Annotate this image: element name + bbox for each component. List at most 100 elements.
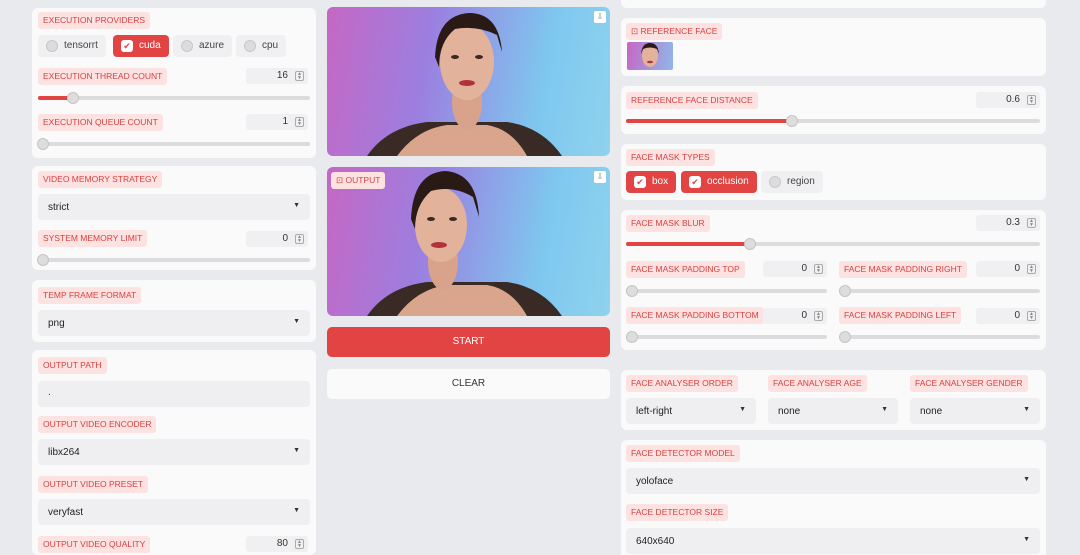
checkbox-icon bbox=[181, 40, 193, 52]
padding-top-value: 0 bbox=[801, 263, 807, 274]
memory-limit-slider[interactable] bbox=[37, 254, 310, 266]
face-detector-panel: FACE DETECTOR MODEL yoloface ▼ FACE DETE… bbox=[621, 440, 1046, 555]
checkbox-label: region bbox=[787, 176, 815, 187]
dropdown-value: yoloface bbox=[636, 476, 674, 487]
padding-bottom-input[interactable]: 0 ▲ ▼ bbox=[763, 308, 827, 324]
slider-handle[interactable] bbox=[37, 138, 50, 150]
thread-count-input[interactable]: 16 ▲ ▼ bbox=[246, 68, 308, 84]
provider-tensorrt-checkbox[interactable]: tensorrt bbox=[38, 35, 106, 57]
mask-box-checkbox[interactable]: ✔ box bbox=[626, 171, 677, 193]
thread-count-slider[interactable] bbox=[38, 92, 310, 104]
detector-model-dropdown[interactable]: yoloface ▼ bbox=[626, 468, 1040, 494]
analyser-age-label: FACE ANALYSER AGE bbox=[768, 375, 867, 392]
detector-size-dropdown[interactable]: 640x640 ▼ bbox=[626, 528, 1040, 554]
slider-handle[interactable] bbox=[839, 331, 852, 343]
spinner-icon[interactable]: ▲ ▼ bbox=[1027, 95, 1036, 105]
dropdown-value: none bbox=[778, 406, 801, 417]
reference-distance-label: REFERENCE FACE DISTANCE bbox=[626, 92, 758, 109]
mask-types-label: FACE MASK TYPES bbox=[626, 149, 715, 166]
mask-types-panel: FACE MASK TYPES ✔ box ✔ occlusion region bbox=[621, 144, 1046, 200]
spinner-icon[interactable]: ▲ ▼ bbox=[1027, 218, 1036, 228]
queue-count-slider[interactable] bbox=[37, 138, 310, 150]
padding-right-input[interactable]: 0 ▲ ▼ bbox=[976, 261, 1040, 277]
check-icon: ✔ bbox=[121, 40, 133, 52]
padding-left-input[interactable]: 0 ▲ ▼ bbox=[976, 308, 1040, 324]
face-thumbnail-image bbox=[641, 43, 659, 67]
checkbox-label: box bbox=[652, 176, 669, 187]
slider-handle[interactable] bbox=[785, 115, 798, 127]
reference-face-thumbnail[interactable] bbox=[627, 42, 673, 70]
download-icon[interactable]: ⇩ bbox=[594, 171, 606, 183]
padding-right-slider[interactable] bbox=[839, 285, 1040, 297]
mask-occlusion-checkbox[interactable]: ✔ occlusion bbox=[681, 171, 757, 193]
queue-count-input[interactable]: 1 ▲ ▼ bbox=[246, 114, 308, 130]
memory-strategy-dropdown[interactable]: strict ▼ bbox=[38, 194, 310, 220]
portrait-image bbox=[367, 13, 562, 156]
chevron-down-icon: ▼ bbox=[881, 406, 888, 413]
memory-limit-label: SYSTEM MEMORY LIMIT bbox=[38, 230, 148, 247]
output-image-label: ⊡ OUTPUT bbox=[331, 172, 386, 189]
portrait-image bbox=[367, 171, 562, 316]
detector-model-label: FACE DETECTOR MODEL bbox=[626, 445, 740, 462]
reference-distance-input[interactable]: 0.6 ▲ ▼ bbox=[976, 92, 1040, 108]
dropdown-value: veryfast bbox=[48, 507, 84, 518]
analyser-age-dropdown[interactable]: none ▼ bbox=[768, 398, 898, 424]
slider-handle[interactable] bbox=[626, 331, 639, 343]
analyser-gender-dropdown[interactable]: none ▼ bbox=[910, 398, 1040, 424]
video-preset-dropdown[interactable]: veryfast ▼ bbox=[38, 499, 310, 525]
start-button[interactable]: START bbox=[327, 327, 610, 357]
mask-blur-value: 0.3 bbox=[1006, 217, 1020, 228]
spinner-icon[interactable]: ▲ ▼ bbox=[814, 311, 823, 321]
slider-handle[interactable] bbox=[744, 238, 757, 250]
spinner-icon[interactable]: ▲ ▼ bbox=[1027, 264, 1036, 274]
clear-button[interactable]: CLEAR bbox=[327, 369, 610, 399]
mask-settings-panel: FACE MASK BLUR 0.3 ▲ ▼ FACE MASK PADDING … bbox=[621, 210, 1046, 350]
chevron-down-icon: ▼ bbox=[739, 406, 746, 413]
reference-face-label: ⊡ REFERENCE FACE bbox=[626, 23, 723, 40]
slider-handle[interactable] bbox=[626, 285, 639, 297]
padding-bottom-slider[interactable] bbox=[626, 331, 827, 343]
reference-face-panel: ⊡ REFERENCE FACE bbox=[621, 18, 1046, 76]
spinner-icon[interactable]: ▲ ▼ bbox=[1027, 311, 1036, 321]
dropdown-value: left-right bbox=[636, 406, 673, 417]
checkbox-icon bbox=[46, 40, 58, 52]
padding-top-input[interactable]: 0 ▲ ▼ bbox=[763, 261, 827, 277]
memory-limit-input[interactable]: 0 ▲ ▼ bbox=[246, 231, 308, 247]
analyser-gender-label: FACE ANALYSER GENDER bbox=[910, 375, 1028, 392]
provider-azure-checkbox[interactable]: azure bbox=[173, 35, 233, 57]
download-icon[interactable]: ⇩ bbox=[594, 11, 606, 23]
provider-cpu-checkbox[interactable]: cpu bbox=[236, 35, 287, 57]
mask-blur-slider[interactable] bbox=[626, 238, 1040, 250]
slider-handle[interactable] bbox=[67, 92, 80, 104]
mask-blur-input[interactable]: 0.3 ▲ ▼ bbox=[976, 215, 1040, 231]
spinner-icon[interactable]: ▲ ▼ bbox=[295, 117, 304, 127]
padding-top-slider[interactable] bbox=[626, 285, 827, 297]
spinner-icon[interactable]: ▲ ▼ bbox=[295, 539, 304, 549]
padding-left-slider[interactable] bbox=[839, 331, 1040, 343]
chevron-down-icon: ▼ bbox=[1023, 406, 1030, 413]
output-path-input[interactable]: . bbox=[38, 381, 310, 407]
top-panel-edge bbox=[621, 0, 1046, 8]
slider-handle[interactable] bbox=[839, 285, 852, 297]
checkbox-label: azure bbox=[199, 40, 225, 51]
checkbox-label: cuda bbox=[139, 40, 161, 51]
queue-count-value: 1 bbox=[282, 116, 288, 127]
temp-frame-format-dropdown[interactable]: png ▼ bbox=[38, 310, 310, 336]
checkbox-label: cpu bbox=[262, 40, 279, 51]
spinner-icon[interactable]: ▲ ▼ bbox=[295, 234, 304, 244]
mask-region-checkbox[interactable]: region bbox=[761, 171, 823, 193]
analyser-order-dropdown[interactable]: left-right ▼ bbox=[626, 398, 756, 424]
provider-cuda-checkbox[interactable]: ✔ cuda bbox=[113, 35, 169, 57]
check-icon: ✔ bbox=[634, 176, 646, 188]
slider-handle[interactable] bbox=[37, 254, 50, 266]
chevron-down-icon: ▼ bbox=[293, 318, 300, 325]
video-encoder-dropdown[interactable]: libx264 ▼ bbox=[38, 439, 310, 465]
queue-count-label: EXECUTION QUEUE COUNT bbox=[38, 114, 163, 131]
chevron-down-icon: ▼ bbox=[1023, 476, 1030, 483]
reference-distance-slider[interactable] bbox=[626, 115, 1040, 127]
spinner-icon[interactable]: ▲ ▼ bbox=[814, 264, 823, 274]
video-quality-input[interactable]: 80 ▲ ▼ bbox=[246, 536, 308, 552]
detector-size-label: FACE DETECTOR SIZE bbox=[626, 504, 729, 521]
video-preset-label: OUTPUT VIDEO PRESET bbox=[38, 476, 148, 493]
spinner-icon[interactable]: ▲ ▼ bbox=[295, 71, 304, 81]
